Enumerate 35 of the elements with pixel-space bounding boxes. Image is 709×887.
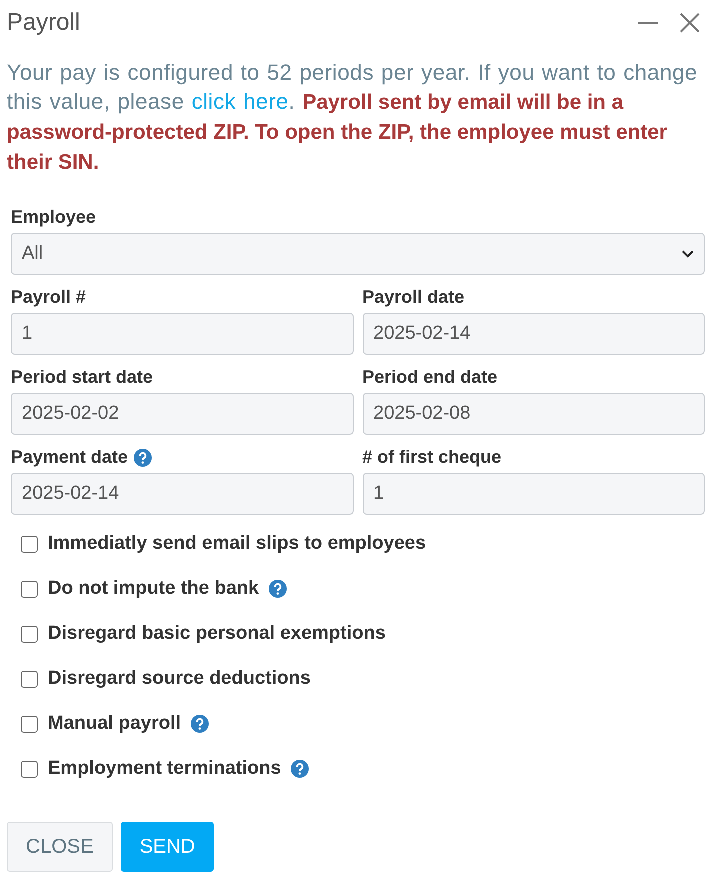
chevron-icon [682, 250, 694, 258]
checkbox[interactable] [21, 760, 38, 778]
input-field[interactable]: 1 [11, 313, 354, 355]
checkbox-label: Manual payroll [48, 713, 182, 735]
field-label: Employee [11, 207, 98, 228]
field-label: Period start date [11, 367, 154, 388]
checkbox-label: Disregard basic personal exemptions [48, 623, 386, 645]
field-label: Payroll date [362, 287, 465, 308]
checkbox-label: Do not impute the bank [48, 578, 260, 600]
checkbox-label: Employment terminations [48, 758, 282, 780]
field-label: # of first cheque [362, 447, 502, 468]
checkbox[interactable] [21, 716, 38, 732]
help-icon[interactable] [291, 760, 310, 778]
help-icon[interactable] [191, 715, 210, 733]
checkbox-label: Immediatly send email slips to employees [48, 533, 426, 555]
payroll-notice: Your pay is configured to 52 periods per year. If you want to change this value, please click here. Payroll sent by email will be in a password-protected ZIP. To open the ZIP, the employee must enter their SIN. [7, 59, 699, 176]
field-label: Payment date [11, 447, 128, 468]
checkbox[interactable] [21, 626, 38, 642]
input-field[interactable]: 2025-02-14 [11, 473, 354, 515]
help-icon[interactable] [269, 580, 288, 598]
checkbox[interactable] [21, 580, 38, 598]
employee-select[interactable]: All [11, 233, 705, 275]
checkbox-label: Disregard source deductions [48, 668, 311, 690]
input-field[interactable]: 2025-02-02 [11, 393, 354, 435]
input-field[interactable]: 2025-02-14 [362, 313, 705, 355]
close-icon[interactable] [679, 12, 701, 34]
window-title: Payroll [7, 9, 80, 37]
close-button[interactable]: CLOSE [7, 822, 113, 872]
field-label: Period end date [362, 367, 498, 388]
checkbox[interactable] [21, 670, 38, 688]
checkbox[interactable] [21, 536, 38, 552]
help-icon[interactable] [134, 448, 152, 466]
field-label: Payroll # [11, 287, 86, 308]
input-field[interactable]: 1 [362, 473, 705, 515]
input-field[interactable]: 2025-02-08 [362, 393, 705, 435]
